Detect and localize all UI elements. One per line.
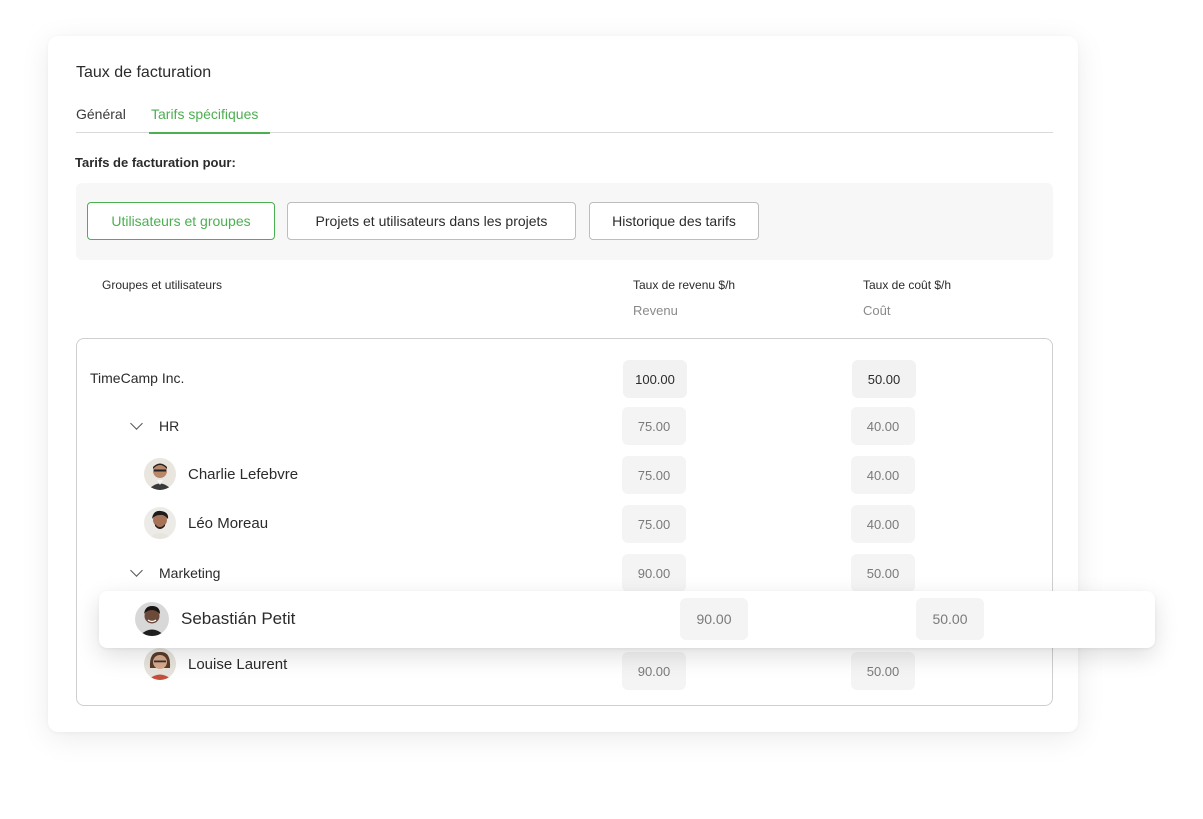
column-header-revenue-rate: Taux de revenu $/h bbox=[633, 278, 736, 292]
avatar bbox=[135, 602, 169, 636]
panel-title: Taux de facturation bbox=[76, 64, 212, 81]
cost-rate-input[interactable]: 50.00 bbox=[851, 652, 915, 690]
row-label: Marketing bbox=[159, 565, 221, 581]
tab-bar: Général Tarifs spécifiques bbox=[76, 106, 1053, 134]
row-label: TimeCamp Inc. bbox=[90, 370, 185, 386]
column-header-groups-users: Groupes et utilisateurs bbox=[102, 278, 223, 292]
revenue-rate-input[interactable]: 90.00 bbox=[622, 554, 686, 592]
cost-rate-input[interactable]: 40.00 bbox=[851, 456, 915, 494]
row-label: Sebastián Petit bbox=[181, 609, 296, 628]
cost-rate-input[interactable]: 50.00 bbox=[852, 360, 916, 398]
cost-rate-input[interactable]: 40.00 bbox=[851, 407, 915, 445]
cost-rate-input[interactable]: 40.00 bbox=[851, 505, 915, 543]
table-row-user: Charlie Lefebvre bbox=[144, 458, 298, 490]
column-subheader-revenue: Revenu bbox=[633, 303, 678, 318]
revenue-rate-input[interactable]: 90.00 bbox=[680, 598, 748, 640]
rate-history-filter-button[interactable]: Historique des tarifs bbox=[589, 202, 759, 240]
table-row-user: Louise Laurent bbox=[144, 648, 287, 680]
avatar bbox=[144, 507, 176, 539]
tab-specific-rates[interactable]: Tarifs spécifiques bbox=[148, 106, 271, 134]
users-groups-filter-button[interactable]: Utilisateurs et groupes bbox=[87, 202, 275, 240]
filter-bar: Utilisateurs et groupes Projets et utili… bbox=[76, 183, 1053, 260]
row-label: Charlie Lefebvre bbox=[188, 465, 299, 483]
revenue-rate-input[interactable]: 90.00 bbox=[622, 652, 686, 690]
chevron-down-icon[interactable] bbox=[130, 563, 143, 577]
highlighted-table-row[interactable]: Sebastián Petit 90.00 50.00 bbox=[99, 591, 1155, 648]
table-row-user: Sebastián Petit bbox=[135, 602, 295, 636]
row-label: Louise Laurent bbox=[188, 655, 288, 673]
revenue-rate-input[interactable]: 75.00 bbox=[622, 505, 686, 543]
row-label: HR bbox=[159, 418, 180, 434]
revenue-rate-input[interactable]: 100.00 bbox=[623, 360, 687, 398]
cost-rate-input[interactable]: 50.00 bbox=[916, 598, 984, 640]
revenue-rate-input[interactable]: 75.00 bbox=[622, 456, 686, 494]
revenue-rate-input[interactable]: 75.00 bbox=[622, 407, 686, 445]
table-row-user: Léo Moreau bbox=[144, 507, 268, 539]
avatar bbox=[144, 648, 176, 680]
table-row-group: HR bbox=[130, 416, 180, 436]
billing-for-heading: Tarifs de facturation pour: bbox=[75, 155, 236, 170]
row-label: Léo Moreau bbox=[188, 514, 269, 532]
column-header-cost-rate: Taux de coût $/h bbox=[863, 278, 952, 292]
table-row-group: Marketing bbox=[130, 563, 221, 583]
projects-users-filter-button[interactable]: Projets et utilisateurs dans les projets bbox=[287, 202, 576, 240]
tab-general[interactable]: Général bbox=[76, 106, 126, 133]
avatar bbox=[144, 458, 176, 490]
column-subheader-cost: Coût bbox=[863, 303, 891, 318]
table-row-company: TimeCamp Inc. bbox=[90, 368, 184, 388]
chevron-down-icon[interactable] bbox=[130, 416, 143, 430]
cost-rate-input[interactable]: 50.00 bbox=[851, 554, 915, 592]
